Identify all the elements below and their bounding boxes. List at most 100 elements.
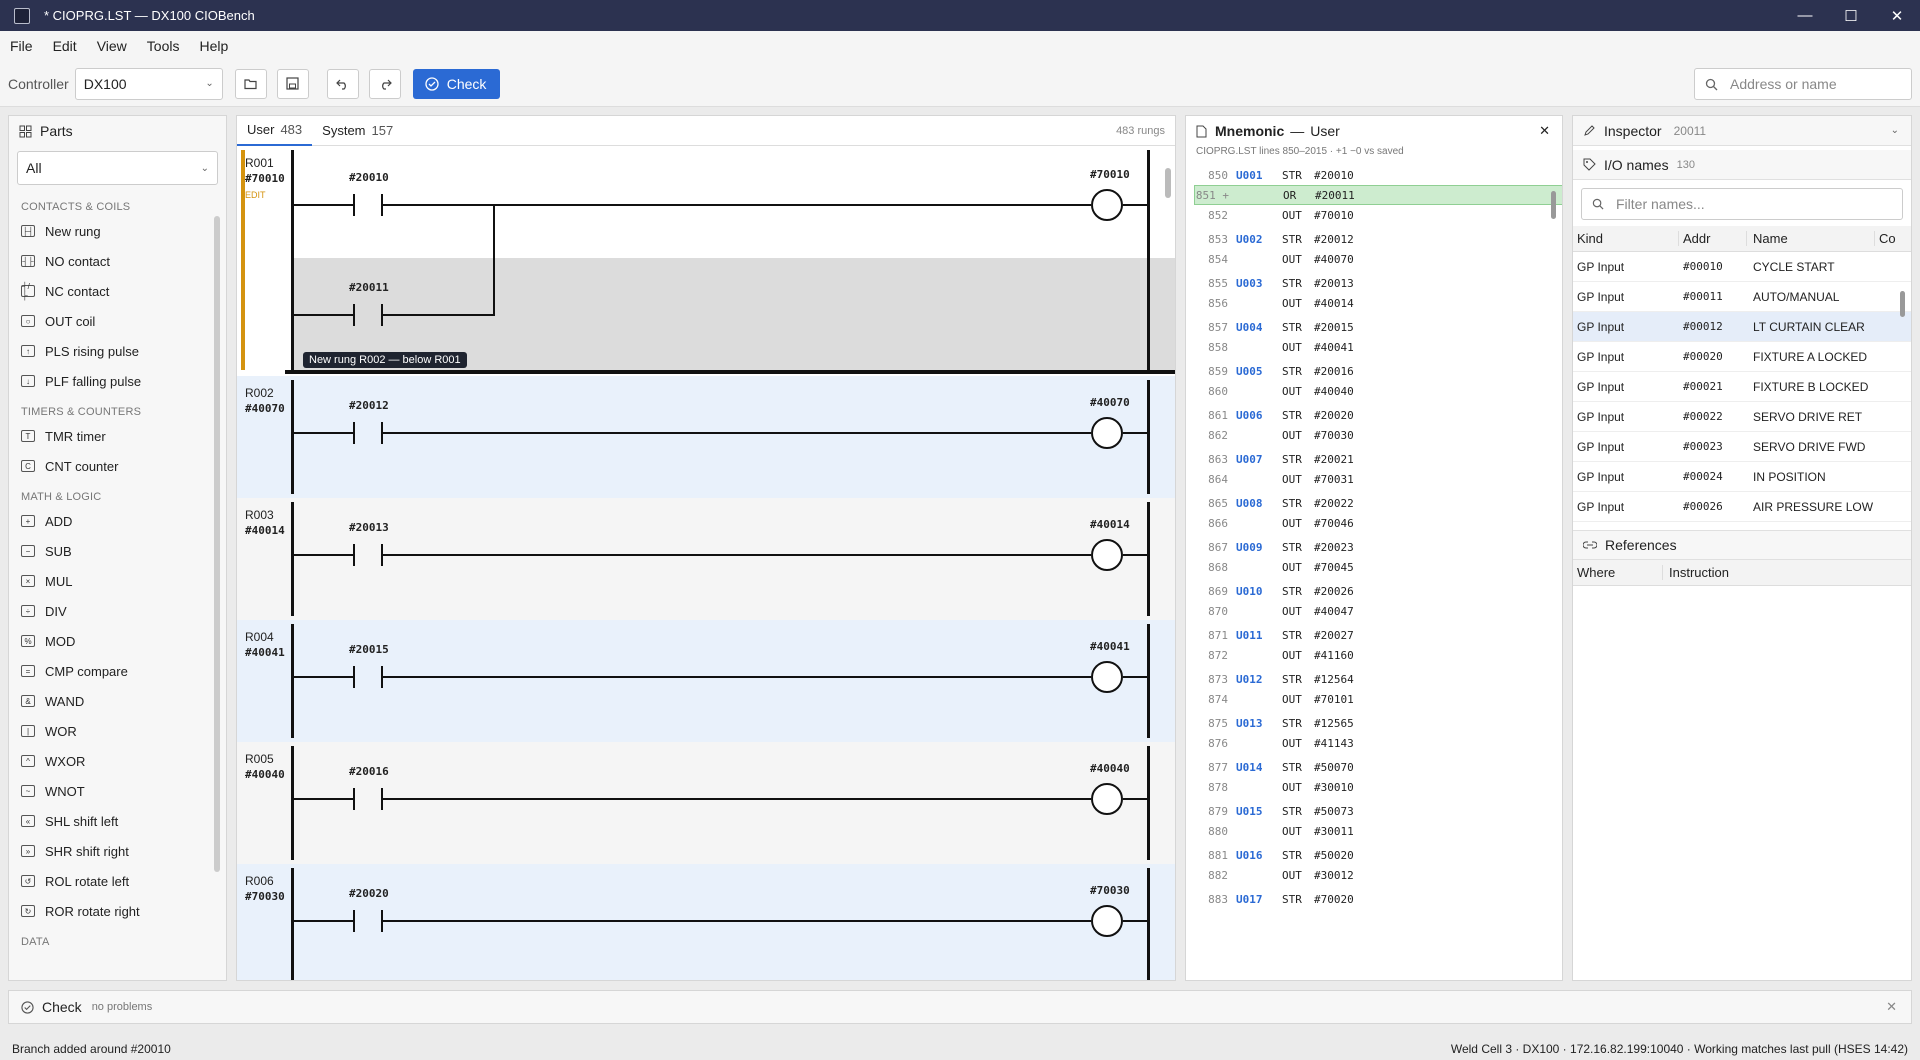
mnemonic-line[interactable]: 851 + OR #20011 (1194, 185, 1562, 205)
coil[interactable] (1091, 417, 1123, 449)
col-instruction[interactable]: Instruction (1663, 565, 1729, 580)
close-button[interactable]: ✕ (1874, 0, 1920, 31)
mnemonic-line[interactable]: 867 U009 STR #20023 (1194, 537, 1562, 557)
mnemonic-line[interactable]: 850 U001 STR #20010 (1194, 165, 1562, 185)
io-filter-input[interactable]: Filter names... (1581, 188, 1903, 220)
mnemonic-line[interactable]: 866 OUT #70046 (1194, 513, 1562, 533)
part-item[interactable]: + ADD (9, 506, 226, 536)
io-row[interactable]: GP Input #00024 IN POSITION (1573, 462, 1911, 492)
check-button[interactable]: Check (412, 68, 501, 99)
mnemonic-line[interactable]: 882 OUT #30012 (1194, 865, 1562, 885)
coil[interactable] (1091, 189, 1123, 221)
mnemonic-line[interactable]: 877 U014 STR #50070 (1194, 757, 1562, 777)
part-item[interactable]: ~ WNOT (9, 776, 226, 806)
ladder-canvas[interactable]: R001 #70010 #20010 #70010 #20011 EDIT New rung… (237, 146, 1175, 980)
mnemonic-line[interactable]: 860 OUT #40040 (1194, 381, 1562, 401)
mnemonic-line[interactable]: 863 U007 STR #20021 (1194, 449, 1562, 469)
mnemonic-line[interactable]: 854 OUT #40070 (1194, 249, 1562, 269)
maximize-button[interactable]: ☐ (1828, 0, 1874, 31)
part-item[interactable]: « SHL shift left (9, 806, 226, 836)
mnemonic-line[interactable]: 880 OUT #30011 (1194, 821, 1562, 841)
minimize-button[interactable]: — (1782, 0, 1828, 31)
ladder-rung[interactable]: R005 #40040 #20016 #40040 (237, 742, 1175, 864)
coil[interactable] (1091, 661, 1123, 693)
open-button[interactable] (234, 68, 267, 99)
pin-icon[interactable]: ✕ (1886, 999, 1897, 1015)
mnemonic-line[interactable]: 872 OUT #41160 (1194, 645, 1562, 665)
tab-system[interactable]: System 157 (312, 116, 403, 146)
part-item[interactable]: C CNT counter (9, 451, 226, 481)
mnemonic-line[interactable]: 862 OUT #70030 (1194, 425, 1562, 445)
io-scrollbar[interactable] (1900, 291, 1905, 317)
coil[interactable] (1091, 539, 1123, 571)
part-item[interactable]: ^ WXOR (9, 746, 226, 776)
io-row[interactable]: GP Input #00022 SERVO DRIVE RET (1573, 402, 1911, 432)
mnemonic-line[interactable]: 857 U004 STR #20015 (1194, 317, 1562, 337)
io-row[interactable]: GP Input #00010 CYCLE START (1573, 252, 1911, 282)
mnemonic-line[interactable]: 876 OUT #41143 (1194, 733, 1562, 753)
coil[interactable] (1091, 905, 1123, 937)
io-row[interactable]: GP Input #00023 SERVO DRIVE FWD (1573, 432, 1911, 462)
inspector-header[interactable]: Inspector 20011 ⌄ (1573, 116, 1911, 146)
col-addr[interactable]: Addr (1679, 231, 1747, 246)
parts-scrollbar[interactable] (214, 216, 220, 872)
part-item[interactable]: T TMR timer (9, 421, 226, 451)
ladder-rung[interactable]: R001 #70010 #20010 #70010 #20011 EDIT New rung… (237, 146, 1175, 376)
controller-select[interactable]: DX100 ⌄ (74, 67, 223, 100)
part-item[interactable]: % MOD (9, 626, 226, 656)
mnemonic-line[interactable]: 853 U002 STR #20012 (1194, 229, 1562, 249)
part-item[interactable]: ↑ PLS rising pulse (9, 336, 226, 366)
col-name[interactable]: Name (1747, 231, 1875, 246)
ladder-rung[interactable]: R004 #40041 #20015 #40041 (237, 620, 1175, 742)
io-row[interactable]: GP Input #00021 FIXTURE B LOCKED (1573, 372, 1911, 402)
close-icon[interactable]: ✕ (1539, 123, 1550, 139)
io-row[interactable]: GP Input #00012 LT CURTAIN CLEAR (1573, 312, 1911, 342)
mnemonic-line[interactable]: 868 OUT #70045 (1194, 557, 1562, 577)
part-item[interactable]: ○ OUT coil (9, 306, 226, 336)
part-item[interactable]: ┤/├ NC contact (9, 276, 226, 306)
ladder-rung[interactable]: R006 #70030 #20020 #70030 (237, 864, 1175, 980)
io-row[interactable]: GP Input #00011 AUTO/MANUAL (1573, 282, 1911, 312)
mnemonic-line[interactable]: 858 OUT #40041 (1194, 337, 1562, 357)
part-item[interactable]: » SHR shift right (9, 836, 226, 866)
part-item[interactable]: ↓ PLF falling pulse (9, 366, 226, 396)
mnemonic-line[interactable]: 874 OUT #70101 (1194, 689, 1562, 709)
part-item[interactable]: & WAND (9, 686, 226, 716)
io-row[interactable]: GP Input #00020 FIXTURE A LOCKED (1573, 342, 1911, 372)
mnemonic-line[interactable]: 871 U011 STR #20027 (1194, 625, 1562, 645)
part-item[interactable]: ↺ ROL rotate left (9, 866, 226, 896)
part-item[interactable]: ┤├ NO contact (9, 246, 226, 276)
mnemonic-line[interactable]: 881 U016 STR #50020 (1194, 845, 1562, 865)
parts-filter-select[interactable]: All ⌄ (17, 151, 218, 185)
part-item[interactable]: × MUL (9, 566, 226, 596)
part-item[interactable]: ÷ DIV (9, 596, 226, 626)
ladder-rung[interactable]: R002 #40070 #20012 #40070 (237, 376, 1175, 498)
part-item[interactable]: | WOR (9, 716, 226, 746)
menu-tools[interactable]: Tools (147, 38, 180, 54)
io-row[interactable]: GP Input #00026 AIR PRESSURE LOW (1573, 492, 1911, 522)
save-button[interactable] (276, 68, 309, 99)
ladder-rung[interactable]: R003 #40014 #20013 #40014 (237, 498, 1175, 620)
mnemonic-line[interactable]: 870 OUT #40047 (1194, 601, 1562, 621)
mnemonic-line[interactable]: 855 U003 STR #20013 (1194, 273, 1562, 293)
menu-edit[interactable]: Edit (53, 38, 77, 54)
mnemonic-line[interactable]: 864 OUT #70031 (1194, 469, 1562, 489)
mnemonic-line[interactable]: 852 OUT #70010 (1194, 205, 1562, 225)
part-item[interactable]: = CMP compare (9, 656, 226, 686)
part-item[interactable]: − SUB (9, 536, 226, 566)
menu-view[interactable]: View (97, 38, 127, 54)
mnemonic-line[interactable]: 861 U006 STR #20020 (1194, 405, 1562, 425)
col-where[interactable]: Where (1573, 565, 1663, 580)
mnemonic-line[interactable]: 879 U015 STR #50073 (1194, 801, 1562, 821)
mnemonic-line[interactable]: 878 OUT #30010 (1194, 777, 1562, 797)
mnemonic-line[interactable]: 875 U013 STR #12565 (1194, 713, 1562, 733)
redo-button[interactable] (368, 68, 401, 99)
mnemonic-line[interactable]: 859 U005 STR #20016 (1194, 361, 1562, 381)
tab-user[interactable]: User 483 (237, 116, 313, 146)
mnemonic-line[interactable]: 869 U010 STR #20026 (1194, 581, 1562, 601)
mnemonic-line[interactable]: 856 OUT #40014 (1194, 293, 1562, 313)
address-search[interactable]: Address or name (1694, 68, 1912, 100)
part-item[interactable]: ↻ ROR rotate right (9, 896, 226, 926)
menu-help[interactable]: Help (199, 38, 228, 54)
col-kind[interactable]: Kind (1573, 231, 1679, 246)
